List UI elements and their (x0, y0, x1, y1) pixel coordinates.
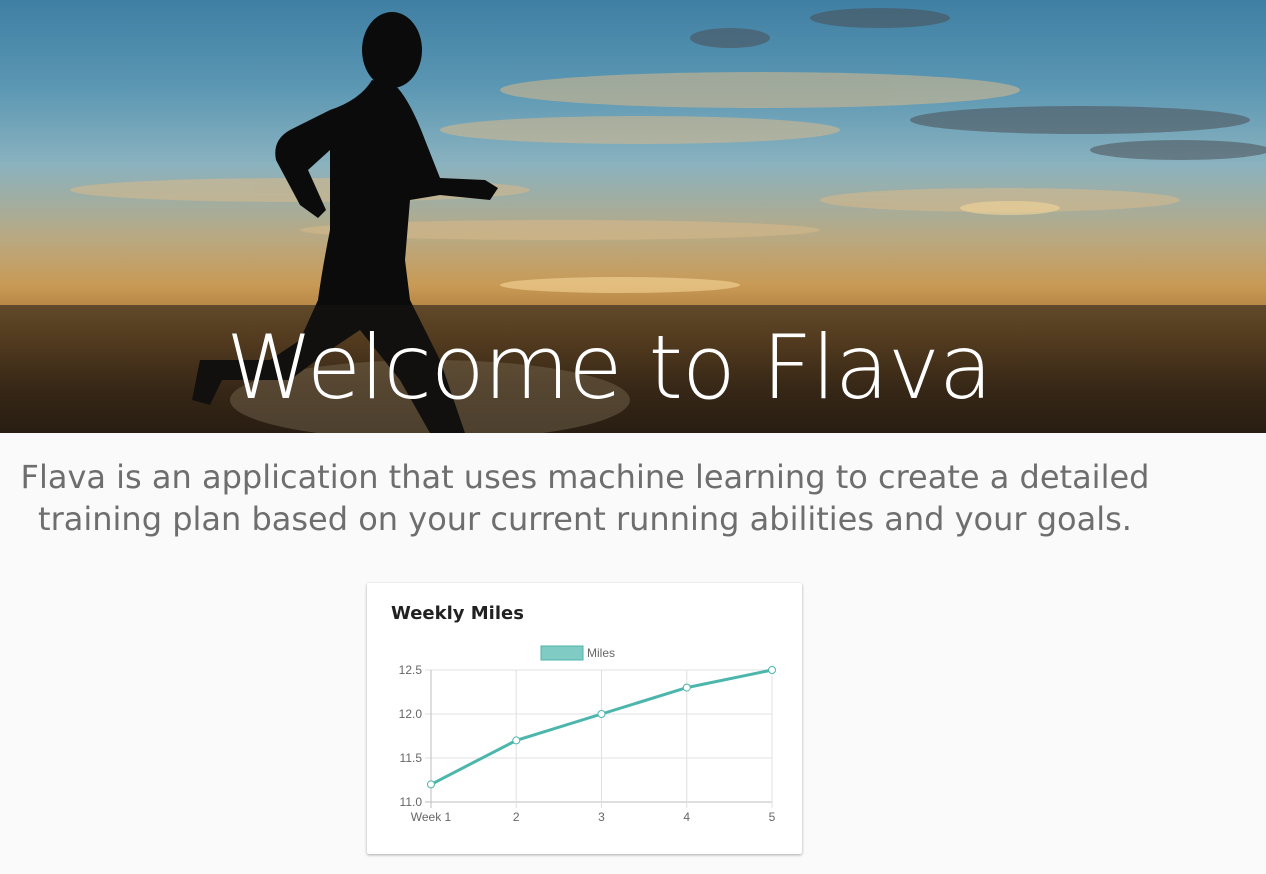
intro-text: Flava is an application that uses machin… (0, 456, 1170, 540)
y-tick-label: 12.5 (399, 663, 423, 677)
hero-banner: Welcome to Flava (0, 0, 1266, 433)
data-point[interactable] (427, 780, 435, 789)
intro-line-2: training plan based on your current runn… (38, 500, 1132, 538)
x-tick-label: 2 (513, 810, 520, 824)
data-point[interactable] (768, 666, 776, 674)
hero-title: Welcome to Flava (226, 316, 993, 419)
chart-grid (425, 669, 773, 808)
y-axis-ticks: 12.5 12.0 11.5 11.0 (399, 663, 423, 809)
x-axis-ticks: Week 1 2 3 4 5 (411, 810, 776, 824)
y-tick-label: 12.0 (399, 707, 423, 721)
y-tick-label: 11.5 (400, 751, 423, 765)
chart-legend[interactable]: Miles (540, 645, 615, 661)
data-point[interactable] (597, 710, 606, 718)
x-tick-label: 3 (598, 810, 605, 824)
intro-line-1: Flava is an application that uses machin… (20, 458, 1150, 496)
legend-swatch-miles (540, 645, 584, 661)
y-tick-label: 11.0 (400, 795, 423, 809)
weekly-miles-chart: Miles 12.5 12.0 11.5 11.0 Week 1 2 3 4 5 (399, 645, 776, 824)
x-tick-label: 5 (769, 810, 776, 824)
legend-label-miles: Miles (587, 646, 615, 660)
data-point[interactable] (512, 736, 521, 745)
x-tick-label: 4 (683, 810, 690, 824)
data-point[interactable] (682, 683, 691, 692)
weekly-miles-card: Weekly Miles Miles 12.5 12.0 11.5 11.0 Week… (367, 583, 802, 854)
x-tick-label: Week 1 (411, 810, 452, 824)
